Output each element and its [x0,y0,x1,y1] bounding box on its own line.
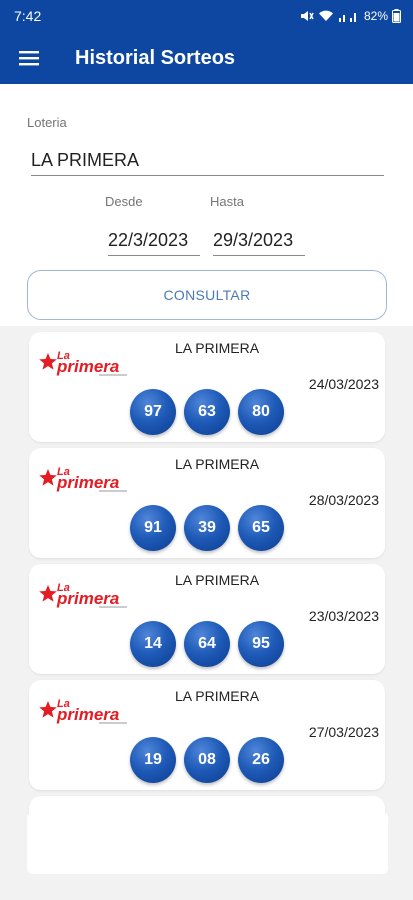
number-ball: 63 [184,389,230,435]
main-content: Loteria LA PRIMERA Desde 22/3/2023 Hasta… [0,84,413,900]
la-primera-logo: La primera [39,350,127,376]
la-primera-logo: La primera [39,698,127,724]
number-ball: 91 [130,505,176,551]
number-ball: 14 [130,621,176,667]
wifi-icon [318,10,333,21]
number-ball: 97 [130,389,176,435]
signal-icon [338,13,356,22]
menu-button[interactable] [0,32,58,84]
status-bar: 7:42 82% [0,0,413,32]
number-ball: 64 [184,621,230,667]
lottery-name: LA PRIMERA [175,688,260,704]
number-ball: 80 [238,389,284,435]
status-time: 7:42 [14,8,42,24]
lottery-name: LA PRIMERA [175,340,260,356]
draw-date: 24/03/2023 [308,376,379,392]
number-ball: 39 [184,505,230,551]
la-primera-logo: La primera [39,466,127,492]
lottery-select[interactable]: LA PRIMERA [31,150,384,176]
result-card[interactable]: La primera LA PRIMERA 27/03/2023 19 08 2… [29,680,385,790]
battery-icon [392,9,401,23]
winning-numbers: 14 64 95 [130,621,284,667]
to-date-field[interactable]: 29/3/2023 [213,230,305,256]
lottery-name: LA PRIMERA [175,456,260,472]
winning-numbers: 91 39 65 [130,505,284,551]
result-card[interactable]: La primera LA PRIMERA 23/03/2023 14 64 9… [29,564,385,674]
svg-text:primera: primera [56,357,119,376]
page-title: Historial Sorteos [75,46,236,69]
status-icons: 82% [300,9,401,23]
lottery-name: LA PRIMERA [175,572,260,588]
draw-date: 23/03/2023 [308,608,379,624]
result-card[interactable]: La primera LA PRIMERA 24/03/2023 97 63 8… [29,332,385,442]
bottom-panel [27,812,388,874]
result-card[interactable]: La primera LA PRIMERA 28/03/2023 91 39 6… [29,448,385,558]
svg-text:primera: primera [56,705,119,724]
winning-numbers: 19 08 26 [130,737,284,783]
winning-numbers: 97 63 80 [130,389,284,435]
number-ball: 65 [238,505,284,551]
mute-icon [300,11,314,21]
la-primera-logo: La primera [39,582,127,608]
number-ball: 08 [184,737,230,783]
svg-text:primera: primera [56,473,119,492]
hamburger-menu-icon [19,51,39,66]
number-ball: 19 [130,737,176,783]
number-ball: 26 [238,737,284,783]
number-ball: 95 [238,621,284,667]
battery-level: 82% [363,9,388,23]
svg-text:primera: primera [56,589,119,608]
draw-date: 27/03/2023 [308,724,379,740]
lottery-label: Loteria [27,115,67,130]
from-date-label: Desde [105,194,143,209]
from-date-field[interactable]: 22/3/2023 [108,230,200,256]
to-date-label: Hasta [210,194,244,209]
consult-button[interactable]: CONSULTAR [27,270,387,320]
draw-date: 28/03/2023 [308,492,379,508]
app-bar: Historial Sorteos [0,32,413,84]
